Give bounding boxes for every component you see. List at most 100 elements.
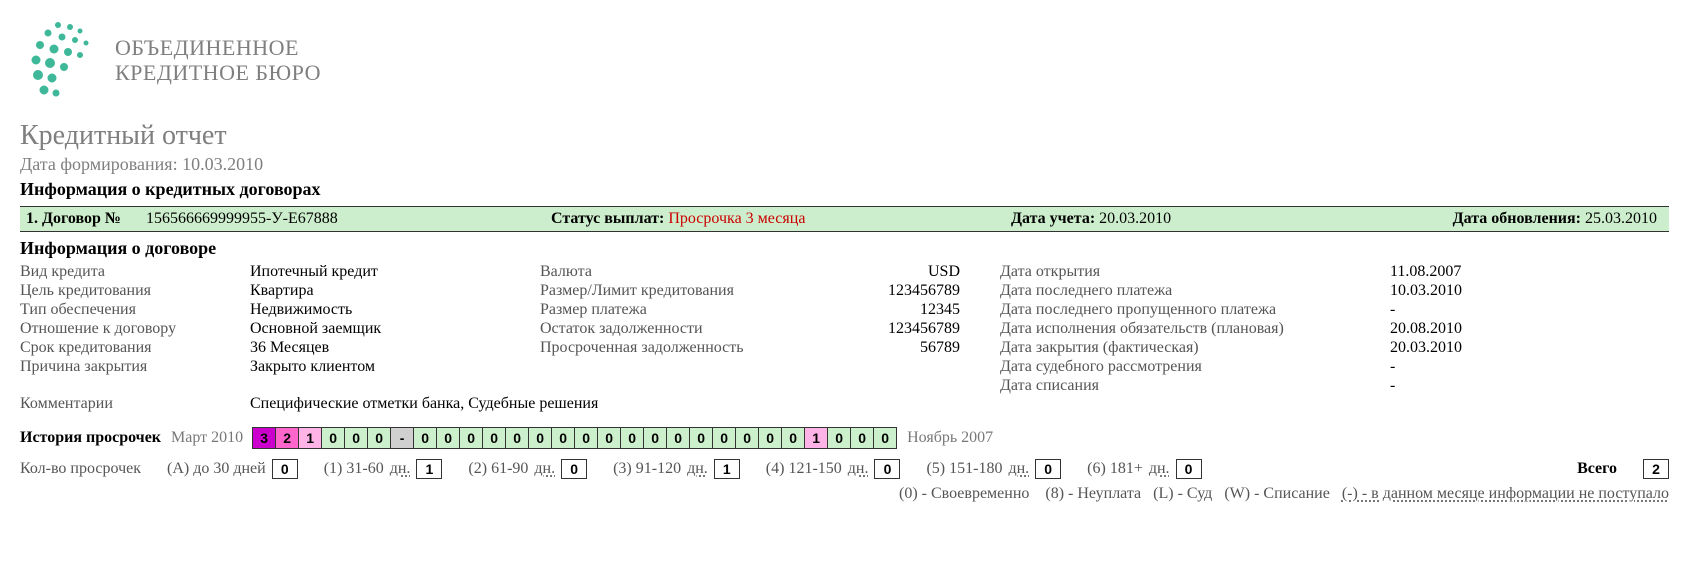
k-closed: Дата закрытия (фактическая) [1000, 339, 1390, 357]
history-cell: 0 [620, 427, 644, 449]
record-date-value: 20.03.2010 [1099, 210, 1171, 227]
history-cell: 0 [321, 427, 345, 449]
v-last-missed: - [1390, 301, 1540, 319]
g2: (2) 61-90 [468, 460, 528, 478]
v-payment: 12345 [830, 301, 960, 319]
v-close-reason: Закрыто клиентом [250, 358, 540, 376]
brand-line2: КРЕДИТНОЕ БЮРО [115, 60, 321, 85]
report-header: ОБЪЕДИНЕННОЕ КРЕДИТНОЕ БЮРО [20, 15, 1669, 105]
status-value: Просрочка 3 месяца [668, 210, 805, 227]
history-label: История просрочек [20, 429, 161, 447]
v-currency: USD [830, 263, 960, 281]
v-purpose: Квартира [250, 282, 540, 300]
history-cell: - [390, 427, 414, 449]
g3: (3) 91-120 [613, 460, 681, 478]
comments-row: Комментарии Специфические отметки банка,… [20, 395, 1669, 413]
v0: 0 [272, 459, 298, 479]
legend-8: (8) - Неуплата [1045, 485, 1141, 502]
v-court: - [1390, 358, 1540, 376]
k-last-pay: Дата последнего платежа [1000, 282, 1390, 300]
k-close-reason: Причина закрытия [20, 358, 250, 376]
history-cell: 0 [827, 427, 851, 449]
v3: 1 [714, 459, 740, 479]
v5: 0 [1035, 459, 1061, 479]
history-start: Март 2010 [171, 429, 243, 447]
legend-L: (L) - Суд [1153, 485, 1212, 502]
history-cell: 0 [643, 427, 667, 449]
history-cell: 0 [413, 427, 437, 449]
k-term: Срок кредитования [20, 339, 250, 357]
v-relation: Основной заемщик [250, 320, 540, 338]
v-comments: Специфические отметки банка, Судебные ре… [250, 395, 598, 413]
k-credit-type: Вид кредита [20, 263, 250, 281]
v-overdue: 56789 [830, 339, 960, 357]
history-end: Ноябрь 2007 [907, 429, 993, 447]
history-cell: 0 [758, 427, 782, 449]
history-cell: 0 [873, 427, 897, 449]
section-title: Информация о кредитных договорах [20, 179, 1669, 200]
history-cell: 0 [781, 427, 805, 449]
logo-icon [20, 15, 100, 105]
k-last-missed: Дата последнего пропущенного платежа [1000, 301, 1390, 319]
g0: (А) до 30 дней [167, 460, 266, 478]
v-balance: 123456789 [830, 320, 960, 338]
k-writeoff: Дата списания [1000, 377, 1390, 395]
k-relation: Отношение к договору [20, 320, 250, 338]
status-label: Статус выплат: [551, 210, 664, 227]
legend-W: (W) - Списание [1224, 485, 1330, 502]
brand-text: ОБЪЕДИНЕННОЕ КРЕДИТНОЕ БЮРО [115, 35, 321, 86]
k-collateral: Тип обеспечения [20, 301, 250, 319]
contract-info-title: Информация о договоре [20, 238, 1669, 259]
v-planned: 20.08.2010 [1390, 320, 1540, 338]
history-cell: 0 [666, 427, 690, 449]
v2: 0 [561, 459, 587, 479]
days4: дн. [848, 460, 869, 478]
contract-no-value: 156566669999955-У-Е67888 [146, 210, 338, 228]
report-title: Кредитный отчет [20, 120, 1669, 152]
v-credit-type: Ипотечный кредит [250, 263, 540, 281]
k-limit: Размер/Лимит кредитования [540, 282, 830, 300]
legend-dash: (-) - в данном месяце информации не пост… [1342, 485, 1669, 502]
k-purpose: Цель кредитования [20, 282, 250, 300]
g5: (5) 151-180 [926, 460, 1002, 478]
v-limit: 123456789 [830, 282, 960, 300]
counts-label: Кол-во просрочек [20, 460, 141, 478]
contract-summary-bar: 1. Договор № 156566669999955-У-Е67888 Ст… [20, 206, 1669, 232]
history-cell: 0 [459, 427, 483, 449]
contract-no-label: 1. Договор № [26, 210, 121, 228]
history-cell: 2 [275, 427, 299, 449]
contract-details: Вид кредита Цель кредитования Тип обеспе… [20, 263, 1669, 395]
v-open-date: 11.08.2007 [1390, 263, 1540, 281]
k-court: Дата судебного рассмотрения [1000, 358, 1390, 376]
k-planned: Дата исполнения обязательств (плановая) [1000, 320, 1390, 338]
days1: дн. [390, 460, 411, 478]
report-date-label: Дата формирования: [20, 154, 178, 174]
v-closed: 20.03.2010 [1390, 339, 1540, 357]
g6: (6) 181+ [1087, 460, 1143, 478]
record-date-label: Дата учета: [1011, 210, 1095, 227]
v1: 1 [416, 459, 442, 479]
overdue-history: История просрочек Март 2010 321000-00000… [20, 427, 1669, 449]
history-cell: 1 [298, 427, 322, 449]
history-cell: 0 [482, 427, 506, 449]
k-overdue: Просроченная задолженность [540, 339, 830, 357]
overdue-counts: Кол-во просрочек (А) до 30 дней 0 (1) 31… [20, 459, 1669, 479]
history-cell: 3 [252, 427, 276, 449]
report-date-value: 10.03.2010 [182, 154, 263, 174]
total-value: 2 [1643, 459, 1669, 479]
legend-0: (0) - Своевременно [899, 485, 1029, 502]
history-cell: 0 [505, 427, 529, 449]
history-cell: 0 [436, 427, 460, 449]
days5: дн. [1008, 460, 1029, 478]
history-cell: 0 [712, 427, 736, 449]
v4: 0 [874, 459, 900, 479]
history-cell: 0 [551, 427, 575, 449]
report-date: Дата формирования: 10.03.2010 [20, 154, 1669, 175]
history-cells: 321000-000000000000000001000 [253, 427, 897, 449]
history-cell: 0 [850, 427, 874, 449]
total-label: Всего [1577, 460, 1617, 478]
history-cell: 0 [528, 427, 552, 449]
v6: 0 [1176, 459, 1202, 479]
legend: (0) - Своевременно (8) - Неуплата (L) - … [20, 485, 1669, 503]
history-cell: 0 [689, 427, 713, 449]
